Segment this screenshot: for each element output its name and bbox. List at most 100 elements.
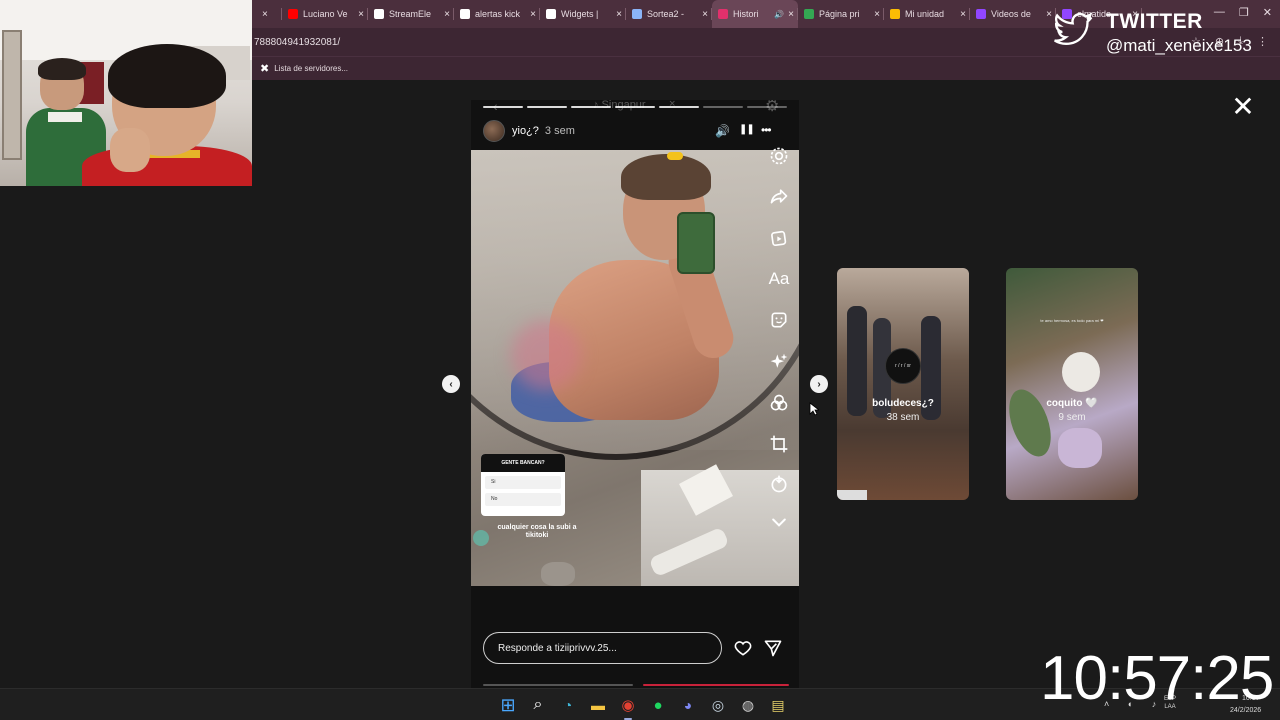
preview-avatar: r / r / xr bbox=[885, 348, 921, 384]
preview-note: te amo hermosa, es todo para mi ❤ bbox=[1040, 318, 1104, 323]
tab-close-icon[interactable]: × bbox=[702, 9, 708, 20]
sparkle-icon[interactable] bbox=[765, 348, 793, 376]
browser-tab[interactable]: Mi unidad × bbox=[884, 0, 970, 28]
file-explorer-icon[interactable]: ▬ bbox=[586, 693, 610, 717]
tab-close-icon[interactable]: × bbox=[262, 9, 268, 20]
share-arrow-icon[interactable] bbox=[765, 182, 793, 210]
spotify-icon[interactable]: ● bbox=[646, 693, 670, 717]
obs-icon[interactable]: ◍ bbox=[736, 693, 760, 717]
tab-label: Luciano Ve bbox=[303, 9, 348, 19]
clock-overlay: 10:57:25 bbox=[1040, 644, 1272, 713]
diamond-icon bbox=[546, 9, 556, 19]
anchor-icon bbox=[374, 9, 384, 19]
trophy-icon bbox=[632, 9, 642, 19]
sticker-icon[interactable] bbox=[765, 224, 793, 252]
story-photo: GENTE BANCAN? Si No cualquier cosa la su… bbox=[471, 150, 799, 586]
poll-question: GENTE BANCAN? bbox=[481, 454, 565, 472]
poll-sticker[interactable]: GENTE BANCAN? Si No bbox=[481, 454, 565, 516]
tab-label: Histori bbox=[733, 9, 759, 19]
progress-segment bbox=[703, 106, 743, 108]
browser-tab[interactable]: Sortea2 - × bbox=[626, 0, 712, 28]
browser-tab[interactable]: alertas kick × bbox=[454, 0, 540, 28]
browser-tab[interactable]: × bbox=[252, 0, 282, 28]
discord-icon[interactable]: ◕ bbox=[676, 693, 700, 717]
more-options-icon[interactable]: ••• bbox=[761, 123, 772, 137]
face-sticker-icon[interactable] bbox=[765, 306, 793, 334]
next-story-button[interactable]: › bbox=[810, 375, 828, 393]
story-progress bbox=[483, 106, 787, 108]
preview-title: coquito 🤍 bbox=[1046, 398, 1098, 409]
search-icon[interactable]: ⌕ bbox=[526, 693, 550, 717]
tab-audio-icon[interactable]: 🔊 bbox=[774, 10, 784, 19]
stories-viewer: ✕ ‹ ♪ Singapur × ⚙ yio¿? 3 sem 🔊 ❚❚ ••• bbox=[252, 80, 1280, 688]
chevron-down-icon[interactable] bbox=[765, 508, 793, 536]
tab-close-icon[interactable]: × bbox=[616, 9, 622, 20]
url-text[interactable]: 788804941932081/ bbox=[254, 37, 340, 48]
taskbar-apps: ⊞ ⌕ ◔ ▬ ◉ ● ◕ ◎ ◍ ▤ bbox=[496, 693, 790, 720]
chrome-icon[interactable]: ◉ bbox=[616, 693, 640, 720]
youtube-icon bbox=[288, 9, 298, 19]
browser-tab[interactable]: Videos de × bbox=[970, 0, 1056, 28]
like-heart-icon[interactable] bbox=[733, 638, 753, 658]
story-header: yio¿? 3 sem 🔊 ❚❚ ••• bbox=[483, 118, 787, 144]
webcam-overlay bbox=[0, 0, 252, 186]
steam-icon[interactable]: ◎ bbox=[706, 693, 730, 717]
browser-tab[interactable]: Página pri × bbox=[798, 0, 884, 28]
story-preview[interactable]: r / r / xr boludeces¿? 38 sem bbox=[837, 268, 969, 500]
emoji-sticker bbox=[473, 530, 489, 546]
sound-icon[interactable]: 🔊 bbox=[715, 124, 730, 138]
story-preview[interactable]: te amo hermosa, es todo para mi ❤ coquit… bbox=[1006, 268, 1138, 500]
tab-close-icon[interactable]: × bbox=[960, 9, 966, 20]
prev-story-button[interactable]: ‹ bbox=[442, 375, 460, 393]
tab-label: Página pri bbox=[819, 9, 860, 19]
twitter-handle: @mati_xeneixe153 bbox=[1106, 36, 1252, 55]
tab-close-icon[interactable]: × bbox=[358, 9, 364, 20]
drive-icon bbox=[804, 9, 814, 19]
tab-label: Videos de bbox=[991, 9, 1031, 19]
progress-segment bbox=[571, 106, 611, 108]
poll-option[interactable]: Si bbox=[485, 476, 561, 489]
progress-segment bbox=[747, 106, 787, 108]
story-side-tools: Aa bbox=[765, 142, 793, 542]
tab-close-icon[interactable]: × bbox=[874, 9, 880, 20]
browser-tab[interactable]: Histori 🔊 × bbox=[712, 0, 798, 28]
twitter-overlay: TWITTER @mati_xeneixe153 bbox=[1052, 8, 1272, 60]
tab-close-icon[interactable]: × bbox=[788, 9, 794, 20]
story-caption: cualquier cosa la subi a tikitoki bbox=[497, 524, 577, 539]
windows-start-icon[interactable]: ⊞ bbox=[496, 693, 520, 717]
send-icon[interactable] bbox=[763, 638, 783, 658]
edge-icon[interactable]: ◔ bbox=[556, 693, 580, 717]
story-username[interactable]: yio¿? bbox=[512, 125, 539, 137]
reply-input[interactable] bbox=[483, 632, 722, 664]
mouse-cursor bbox=[809, 402, 819, 416]
browser-tab[interactable]: StreamEle × bbox=[368, 0, 454, 28]
screen: × Luciano Ve × StreamEle × alertas kick × Widge… bbox=[0, 0, 1280, 720]
crop-icon[interactable] bbox=[765, 430, 793, 458]
tab-label: Widgets | bbox=[561, 9, 599, 19]
settings-icon[interactable] bbox=[765, 142, 793, 170]
pause-icon[interactable]: ❚❚ bbox=[739, 124, 755, 135]
tab-close-icon[interactable]: × bbox=[444, 9, 450, 20]
browser-tab[interactable]: Luciano Ve × bbox=[282, 0, 368, 28]
tab-label: Mi unidad bbox=[905, 9, 945, 19]
story-card[interactable]: ‹ ♪ Singapur × ⚙ yio¿? 3 sem 🔊 ❚❚ ••• bbox=[471, 100, 799, 688]
close-viewer-button[interactable]: ✕ bbox=[1229, 93, 1257, 122]
tab-label: Sortea2 - bbox=[647, 9, 685, 19]
preview-time: 38 sem bbox=[886, 412, 920, 423]
poll-option[interactable]: No bbox=[485, 493, 561, 506]
story-time: 3 sem bbox=[544, 125, 575, 137]
avatar[interactable] bbox=[483, 120, 505, 142]
text-tool-icon[interactable]: Aa bbox=[765, 265, 793, 293]
twitter-title: TWITTER bbox=[1106, 10, 1203, 33]
bookmark-servers[interactable]: Lista de servidores... bbox=[274, 64, 348, 73]
twitch-icon bbox=[976, 9, 986, 19]
preview-time: 9 sem bbox=[1058, 412, 1086, 423]
notes-icon[interactable]: ▤ bbox=[766, 693, 790, 717]
tab-close-icon[interactable]: × bbox=[530, 9, 536, 20]
progress-segment bbox=[659, 106, 699, 108]
draw-icon[interactable] bbox=[765, 470, 793, 498]
filters-icon[interactable] bbox=[765, 389, 793, 417]
tab-label: alertas kick bbox=[475, 9, 521, 19]
browser-tab[interactable]: Widgets | × bbox=[540, 0, 626, 28]
instagram-icon bbox=[718, 9, 728, 19]
